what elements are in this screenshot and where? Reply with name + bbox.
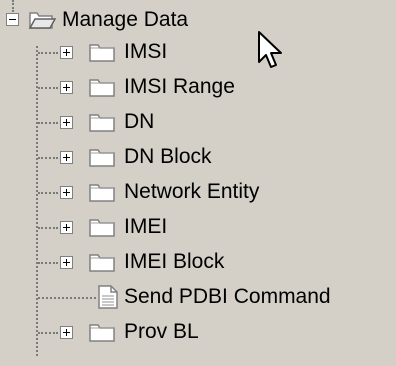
expand-toggle[interactable]: [60, 151, 73, 164]
tree-item-prov-bl[interactable]: Prov BL: [0, 316, 396, 348]
folder-icon: [89, 79, 115, 97]
tree-item-label: IMSI: [124, 40, 168, 63]
tree-connector-line: [38, 122, 58, 124]
expand-toggle[interactable]: [60, 256, 73, 269]
tree-item-label: IMEI: [124, 215, 168, 238]
tree-item-label: DN Block: [124, 145, 212, 168]
tree-item-imei-block[interactable]: IMEI Block: [0, 246, 396, 278]
tree-item-label: IMSI Range: [124, 75, 235, 98]
tree-connector-line: [38, 332, 58, 334]
tree-item-dn-block[interactable]: DN Block: [0, 141, 396, 173]
tree-connector-line: [38, 192, 58, 194]
tree-item-label: Prov BL: [124, 320, 199, 343]
expand-toggle[interactable]: [60, 81, 73, 94]
tree-connector-line: [38, 227, 58, 229]
tree-item-dn[interactable]: DN: [0, 106, 396, 138]
expand-toggle[interactable]: [60, 46, 73, 59]
tree-connector-line: [38, 52, 58, 54]
tree-item-label: IMEI Block: [124, 250, 225, 273]
folder-icon: [89, 149, 115, 167]
mouse-pointer-icon: [258, 31, 282, 68]
folder-icon: [89, 184, 115, 202]
folder-icon: [89, 44, 115, 62]
expand-toggle[interactable]: [60, 116, 73, 129]
tree-item-imei[interactable]: IMEI: [0, 211, 396, 243]
tree-connector-line: [38, 297, 96, 299]
tree-item-send-pdbi-command[interactable]: Send PDBI Command: [0, 281, 396, 313]
tree-item-network-entity[interactable]: Network Entity: [0, 176, 396, 208]
tree-item-label: Network Entity: [124, 180, 260, 203]
folder-icon: [89, 219, 115, 237]
tree-connector-line: [38, 157, 58, 159]
collapse-toggle[interactable]: [6, 13, 19, 26]
tree-connector-line: [38, 87, 58, 89]
tree-item-label: Manage Data: [62, 8, 189, 31]
folder-icon: [89, 254, 115, 272]
tree-item-imsi[interactable]: IMSI: [0, 36, 396, 68]
tree-item-label: DN: [124, 110, 155, 133]
data-tree: Manage Data IMSI IMSI Range DN DN Block Netw…: [0, 0, 396, 366]
tree-connector-line: [38, 262, 58, 264]
tree-item-manage-data[interactable]: Manage Data: [0, 4, 396, 36]
expand-toggle[interactable]: [60, 326, 73, 339]
expand-toggle[interactable]: [60, 186, 73, 199]
expand-toggle[interactable]: [60, 221, 73, 234]
folder-open-icon: [28, 12, 56, 29]
tree-item-imsi-range[interactable]: IMSI Range: [0, 71, 396, 103]
tree-item-label: Send PDBI Command: [124, 285, 331, 308]
folder-icon: [89, 324, 115, 342]
document-icon: [98, 285, 118, 309]
folder-icon: [89, 114, 115, 132]
